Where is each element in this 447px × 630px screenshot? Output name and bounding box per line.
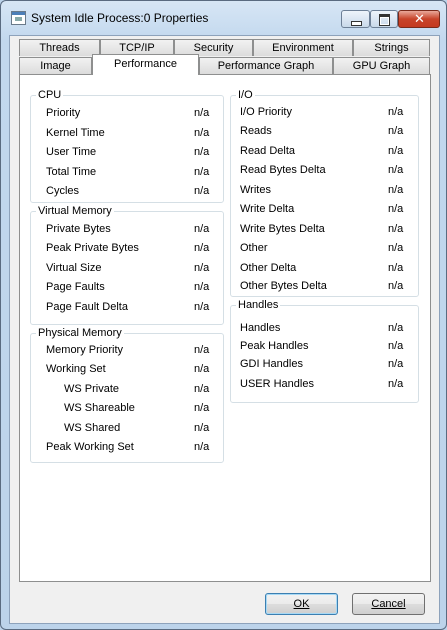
io-writes-value: n/a [388,184,404,196]
gdi-handles-value: n/a [388,358,404,370]
pm-ws-private-value: n/a [194,383,210,395]
tab-performance[interactable]: Performance [92,54,199,75]
vm-peak-private-bytes-label: Peak Private Bytes [46,242,139,254]
cpu-priority-label: Priority [46,107,81,119]
pm-working-set-label: Working Set [46,363,106,375]
properties-window: System Idle Process:0 Properties ✕ Threa… [0,0,447,630]
physical-memory-group-title: Physical Memory [36,327,124,339]
io-read-delta-value: n/a [388,145,404,157]
handles-value: n/a [388,322,404,334]
tab-strings[interactable]: Strings [353,39,430,56]
cpu-priority-value: n/a [194,107,210,119]
maximize-button[interactable] [370,10,398,28]
io-write-bytes-delta-label: Write Bytes Delta [240,223,325,235]
cancel-button-label: Cancel [371,598,406,610]
pm-memory-priority-label: Memory Priority [46,344,124,356]
vm-page-faults-label: Page Faults [46,281,105,293]
io-group: I/O I/O Priority n/a Reads n/a Read Delt… [230,89,419,297]
vm-virtual-size-label: Virtual Size [46,262,102,274]
pm-ws-shared-value: n/a [194,422,210,434]
vm-page-faults-value: n/a [194,281,210,293]
title-bar[interactable]: System Idle Process:0 Properties ✕ [1,1,446,35]
minimize-icon [351,21,362,26]
pm-ws-shareable-value: n/a [194,402,210,414]
virtual-memory-group: Virtual Memory Private Bytes n/a Peak Pr… [30,205,224,325]
minimize-button[interactable] [341,10,370,28]
cpu-group: CPU Priority n/a Kernel Time n/a User Ti… [30,89,224,203]
vm-private-bytes-label: Private Bytes [46,223,111,235]
tab-performance-graph[interactable]: Performance Graph [199,57,333,74]
io-other-delta-label: Other Delta [240,262,297,274]
io-read-bytes-delta-label: Read Bytes Delta [240,164,326,176]
handles-group-title: Handles [236,299,281,311]
io-priority-value: n/a [388,106,404,118]
io-writes-label: Writes [240,184,271,196]
gdi-handles-label: GDI Handles [240,358,303,370]
cpu-user-time-label: User Time [46,146,97,158]
cancel-button[interactable]: Cancel [352,593,425,615]
io-other-label: Other [240,242,268,254]
cpu-kernel-time-label: Kernel Time [46,127,105,139]
cpu-kernel-time-value: n/a [194,127,210,139]
ok-button-label: OK [293,598,310,610]
vm-private-bytes-value: n/a [194,223,210,235]
cpu-group-title: CPU [36,89,64,101]
cpu-total-time-value: n/a [194,166,210,178]
pm-ws-shareable-label: WS Shareable [64,402,135,414]
tab-image[interactable]: Image [19,57,92,74]
vm-virtual-size-value: n/a [194,262,210,274]
io-write-delta-label: Write Delta [240,203,295,215]
io-other-value: n/a [388,242,404,254]
cpu-cycles-label: Cycles [46,185,80,197]
performance-panel: CPU Priority n/a Kernel Time n/a User Ti… [19,74,431,582]
ok-button[interactable]: OK [265,593,338,615]
pm-working-set-value: n/a [194,363,210,375]
io-write-bytes-delta-value: n/a [388,223,404,235]
user-handles-label: USER Handles [240,378,314,390]
pm-peak-working-set-value: n/a [194,441,210,453]
io-other-delta-value: n/a [388,262,404,274]
pm-memory-priority-value: n/a [194,344,210,356]
pm-ws-shared-label: WS Shared [64,422,121,434]
io-read-delta-label: Read Delta [240,145,296,157]
cpu-user-time-value: n/a [194,146,210,158]
vm-peak-private-bytes-value: n/a [194,242,210,254]
io-group-title: I/O [236,89,255,101]
vm-page-fault-delta-value: n/a [194,301,210,313]
maximize-icon [379,14,390,26]
handles-label: Handles [240,322,281,334]
handles-group: Handles Handles n/a Peak Handles n/a GDI… [230,299,419,403]
dialog-client-area: Threads TCP/IP Security Environment Stri… [9,35,440,624]
close-button[interactable]: ✕ [398,10,440,28]
cpu-cycles-value: n/a [194,185,210,197]
io-priority-label: I/O Priority [240,106,292,118]
tab-threads[interactable]: Threads [19,39,100,56]
io-other-bytes-delta-label: Other Bytes Delta [240,280,327,292]
io-read-bytes-delta-value: n/a [388,164,404,176]
peak-handles-label: Peak Handles [240,340,309,352]
tab-environment[interactable]: Environment [253,39,353,56]
peak-handles-value: n/a [388,340,404,352]
io-reads-label: Reads [240,125,272,137]
virtual-memory-group-title: Virtual Memory [36,205,114,217]
physical-memory-group: Physical Memory Memory Priority n/a Work… [30,327,224,463]
tab-gpu-graph[interactable]: GPU Graph [333,57,430,74]
close-icon: ✕ [414,11,425,26]
cpu-total-time-label: Total Time [46,166,97,178]
app-window-icon [11,11,26,25]
io-write-delta-value: n/a [388,203,404,215]
vm-page-fault-delta-label: Page Fault Delta [46,301,128,313]
user-handles-value: n/a [388,378,404,390]
pm-ws-private-label: WS Private [64,383,120,395]
io-reads-value: n/a [388,125,404,137]
io-other-bytes-delta-value: n/a [388,280,404,292]
window-title: System Idle Process:0 Properties [31,11,209,25]
pm-peak-working-set-label: Peak Working Set [46,441,134,453]
